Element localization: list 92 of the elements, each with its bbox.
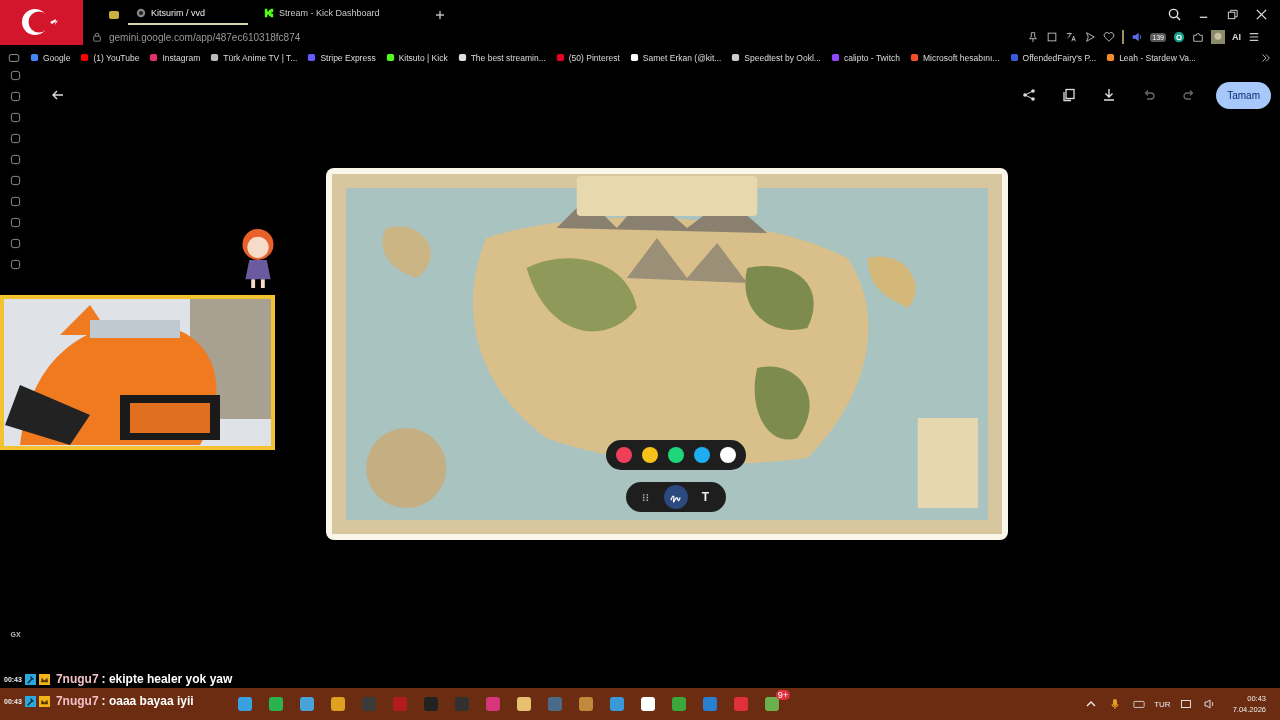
sidebar-icon[interactable] [10, 70, 21, 81]
site-icon [731, 53, 741, 62]
browser-tab[interactable]: Stream - Kick Dashboard [256, 4, 426, 25]
chat-message: : ekipte healer yok yaw [101, 672, 233, 686]
share-icon[interactable] [1022, 88, 1037, 102]
undo-icon[interactable] [1142, 88, 1157, 102]
app-icon[interactable] [515, 696, 532, 712]
bookmark-link[interactable]: Google [30, 52, 71, 63]
hammer-badge-icon [24, 673, 36, 685]
heart-icon[interactable] [1103, 31, 1116, 43]
chat-message: : oaaa bayaa iyii [101, 694, 194, 708]
app-icon[interactable] [329, 696, 346, 712]
crown-badge-icon [38, 673, 50, 685]
sidebar-icon[interactable] [10, 196, 21, 207]
color-swatch[interactable] [667, 447, 684, 463]
sidebar-icon[interactable] [10, 154, 21, 165]
done-button[interactable]: Tamam [1216, 81, 1271, 109]
sidebar-icon[interactable] [10, 259, 21, 270]
menu-icon[interactable] [1248, 31, 1260, 43]
tab-site-icon [264, 8, 274, 18]
site-icon [30, 53, 39, 62]
app-icon[interactable] [639, 696, 656, 712]
sidebar-icon[interactable] [10, 112, 21, 123]
drag-handle-icon [641, 492, 650, 502]
bookmark-link[interactable]: Instagram [149, 52, 201, 63]
site-icon [629, 53, 639, 62]
copy-icon[interactable] [1062, 88, 1077, 102]
site-icon [1009, 53, 1019, 62]
bookmark-link[interactable]: Kitsuto | Kick [385, 52, 448, 63]
app-icon[interactable] [108, 8, 120, 21]
bookmark-link[interactable]: (1) YouTube [80, 52, 140, 63]
sidebar-icon[interactable] [10, 175, 21, 186]
network-icon[interactable] [1179, 698, 1192, 710]
snapshot-icon[interactable] [1046, 31, 1059, 43]
tab-site-icon [136, 8, 146, 18]
sidebar-icon[interactable] [10, 91, 21, 102]
translate-icon[interactable] [1065, 31, 1078, 43]
site-icon [80, 53, 90, 62]
restore-icon[interactable] [1226, 8, 1239, 21]
bookmark-link[interactable]: (50) Pinterest [555, 52, 620, 63]
color-swatch[interactable] [719, 447, 736, 463]
keyboard-icon[interactable] [1133, 698, 1146, 710]
bookmark-link[interactable]: The best streamin... [457, 52, 546, 63]
bookmark-link[interactable]: calipto - Twitch [830, 52, 900, 63]
back-arrow-icon[interactable] [51, 88, 65, 102]
browser-tab[interactable]: Kitsurim / vvd [128, 4, 248, 25]
language-indicator[interactable]: TUR [1154, 699, 1171, 709]
mic-icon[interactable] [1109, 698, 1122, 710]
site-icon [385, 53, 395, 62]
speaker-icon[interactable] [1131, 31, 1144, 43]
bookmark-link[interactable]: Speedtest by Ookl... [731, 52, 821, 63]
text-tool-button[interactable]: T [693, 485, 718, 509]
site-icon [457, 53, 467, 62]
crown-badge-icon [38, 695, 50, 707]
chat-username: 7nugu7 [55, 672, 99, 686]
lock-icon [92, 32, 102, 42]
sidebar-toggle-icon[interactable] [8, 51, 20, 64]
site-icon [1106, 53, 1116, 62]
address-field[interactable]: gemini.google.com/app/487ec610318fc874 [109, 31, 301, 43]
bookmark-link[interactable]: Stripe Express [307, 52, 376, 63]
site-icon [307, 53, 317, 62]
new-tab-icon[interactable] [434, 8, 446, 21]
volume-icon[interactable] [1203, 698, 1216, 710]
color-swatch[interactable] [615, 447, 632, 463]
chevron-icon[interactable] [1260, 51, 1272, 64]
site-icon [555, 53, 565, 62]
color-swatch[interactable] [641, 447, 658, 463]
puzzle-icon[interactable] [1192, 31, 1204, 43]
site-icon [830, 53, 840, 62]
close-icon[interactable] [1255, 8, 1268, 21]
bookmark-link[interactable]: Leah - Stardew Va... [1106, 52, 1196, 63]
site-icon [210, 53, 220, 62]
sidebar-icon[interactable] [10, 133, 21, 144]
search-icon[interactable] [1168, 8, 1181, 21]
extension-icon[interactable] [1173, 31, 1185, 43]
notification-badge: 9+ [775, 690, 790, 700]
ai-button[interactable]: AI [1232, 32, 1241, 42]
download-icon[interactable] [1102, 88, 1117, 102]
bookmark-link[interactable]: Samet Erkan (@kit... [629, 52, 722, 63]
sidebar-icon[interactable] [10, 238, 21, 249]
color-swatch[interactable] [693, 447, 710, 463]
sidebar-icon[interactable] [10, 217, 21, 228]
bookmark-link[interactable]: Türk Anime TV | T... [210, 52, 298, 63]
bookmark-link[interactable]: Microsoft hesabını... [909, 52, 1000, 63]
chat-username: 7nugu7 [55, 694, 99, 708]
send-icon[interactable] [1084, 31, 1097, 43]
site-icon [149, 53, 159, 62]
pin-icon[interactable] [1027, 31, 1040, 43]
pen-tool-button[interactable] [663, 485, 688, 509]
bookmark-link[interactable]: OffendedFairy's P... [1009, 52, 1097, 63]
site-icon [909, 53, 919, 62]
hammer-badge-icon [24, 695, 36, 707]
